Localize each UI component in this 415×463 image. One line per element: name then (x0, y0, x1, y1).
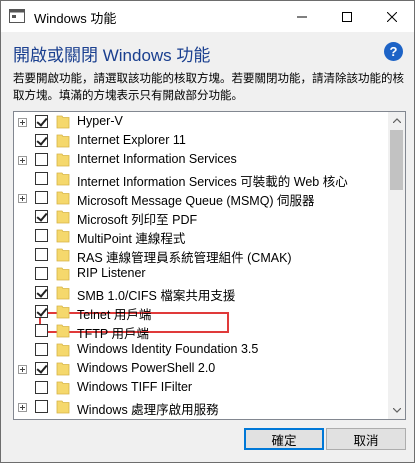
scroll-thumb[interactable] (390, 130, 403, 190)
folder-icon (56, 305, 70, 319)
folder-icon (56, 172, 70, 186)
feature-label: XPS 服務 (77, 418, 131, 419)
feature-label: Internet Explorer 11 (77, 133, 186, 147)
feature-checkbox[interactable] (35, 210, 48, 223)
feature-row[interactable]: Internet Explorer 11 (14, 132, 387, 151)
folder-icon (56, 115, 70, 129)
page-heading: 開啟或關閉 Windows 功能 (13, 46, 211, 65)
feature-label: Microsoft Message Queue (MSMQ) 伺服器 (77, 194, 315, 208)
expand-plus-icon[interactable] (18, 365, 27, 374)
feature-checkbox[interactable] (35, 153, 48, 166)
expand-plus-icon[interactable] (18, 194, 27, 203)
maximize-button[interactable] (324, 1, 369, 32)
cancel-button[interactable]: 取消 (326, 428, 406, 450)
feature-label: Windows Identity Foundation 3.5 (77, 342, 259, 356)
feature-checkbox[interactable] (35, 400, 48, 413)
feature-label: Hyper-V (77, 114, 123, 128)
feature-label: RAS 連線管理員系統管理組件 (CMAK) (77, 251, 292, 265)
feature-label: Windows TIFF IFilter (77, 380, 193, 394)
feature-label: Internet Information Services (77, 152, 237, 166)
expand-plus-icon[interactable] (18, 403, 27, 412)
folder-icon (56, 343, 70, 357)
folder-icon (56, 153, 70, 167)
expand-plus-icon[interactable] (18, 156, 27, 165)
title-bar[interactable]: Windows 功能 (1, 1, 414, 32)
expand-plus-icon[interactable] (18, 118, 27, 127)
feature-checkbox[interactable] (35, 248, 48, 261)
close-icon (386, 11, 397, 22)
window-title: Windows 功能 (34, 11, 117, 26)
feature-label: Internet Information Services 可裝載的 Web 核… (77, 175, 348, 189)
feature-row[interactable]: Windows 處理序啟用服務 (14, 398, 387, 417)
folder-icon (55, 418, 71, 420)
feature-label: RIP Listener (77, 266, 146, 280)
feature-row[interactable]: Windows PowerShell 2.0 (14, 360, 387, 379)
folder-icon (56, 400, 70, 414)
feature-row[interactable]: Microsoft Message Queue (MSMQ) 伺服器 (14, 189, 387, 208)
app-icon (9, 9, 25, 23)
feature-row[interactable]: SMB 1.0/CIFS 檔案共用支援 (14, 284, 387, 303)
feature-label: SMB 1.0/CIFS 檔案共用支援 (77, 289, 236, 303)
feature-tree[interactable]: Hyper-V Internet Explorer 11 Internet Info… (13, 111, 406, 420)
feature-row[interactable]: Telnet 用戶端 (14, 303, 387, 322)
folder-icon (56, 324, 70, 338)
feature-checkbox[interactable] (35, 229, 48, 242)
folder-icon (56, 286, 70, 300)
feature-checkbox[interactable] (35, 305, 48, 318)
feature-checkbox[interactable] (35, 191, 48, 204)
feature-checkbox[interactable] (35, 419, 48, 420)
feature-checkbox[interactable] (35, 115, 48, 128)
feature-checkbox[interactable] (35, 134, 48, 147)
feature-row[interactable]: Hyper-V (14, 113, 387, 132)
feature-row[interactable]: RIP Listener (14, 265, 387, 284)
folder-icon (56, 248, 70, 262)
folder-icon (56, 229, 70, 243)
feature-label: MultiPoint 連線程式 (77, 232, 186, 246)
instructions-text: 若要開啟功能，請選取該功能的核取方塊。若要關閉功能，請清除該功能的核取方塊。填滿… (13, 73, 404, 102)
feature-checkbox[interactable] (35, 381, 48, 394)
feature-row[interactable]: XPS 服務 (14, 417, 387, 420)
feature-label: Microsoft 列印至 PDF (77, 213, 198, 227)
folder-icon (56, 191, 70, 205)
minimize-button[interactable] (279, 1, 324, 32)
feature-row[interactable]: Windows Identity Foundation 3.5 (14, 341, 387, 360)
feature-row[interactable]: Internet Information Services (14, 151, 387, 170)
feature-label: Windows 處理序啟用服務 (77, 403, 219, 417)
scroll-up-button[interactable] (388, 112, 405, 129)
feature-checkbox[interactable] (35, 324, 48, 337)
feature-checkbox[interactable] (35, 172, 48, 185)
feature-row[interactable]: RAS 連線管理員系統管理組件 (CMAK) (14, 246, 387, 265)
feature-checkbox[interactable] (35, 286, 48, 299)
vertical-scrollbar[interactable] (388, 112, 405, 419)
feature-row[interactable]: Windows TIFF IFilter (14, 379, 387, 398)
folder-icon (56, 210, 70, 224)
feature-checkbox[interactable] (35, 343, 48, 356)
feature-label: Windows PowerShell 2.0 (77, 361, 216, 375)
folder-icon (56, 362, 70, 376)
folder-icon (56, 381, 70, 395)
windows-features-dialog: Windows 功能 開啟或關閉 Windows 功能 ? 若要開啟功能，請選取… (0, 0, 415, 463)
help-icon[interactable]: ? (384, 42, 403, 61)
feature-checkbox[interactable] (35, 362, 48, 375)
folder-icon (56, 267, 70, 281)
feature-row[interactable]: TFTP 用戶端 (14, 322, 387, 341)
feature-label: TFTP 用戶端 (77, 327, 149, 341)
feature-label: Telnet 用戶端 (77, 308, 152, 322)
chevron-down-icon (392, 408, 401, 413)
chevron-up-icon (392, 118, 401, 123)
feature-checkbox[interactable] (35, 267, 48, 280)
ok-button[interactable]: 確定 (244, 428, 324, 450)
folder-icon (56, 134, 70, 148)
feature-row[interactable]: MultiPoint 連線程式 (14, 227, 387, 246)
close-button[interactable] (369, 1, 414, 32)
feature-row[interactable]: Internet Information Services 可裝載的 Web 核… (14, 170, 387, 189)
maximize-icon (341, 11, 352, 22)
feature-row[interactable]: Microsoft 列印至 PDF (14, 208, 387, 227)
minimize-icon (296, 16, 307, 17)
scroll-down-button[interactable] (388, 402, 405, 419)
